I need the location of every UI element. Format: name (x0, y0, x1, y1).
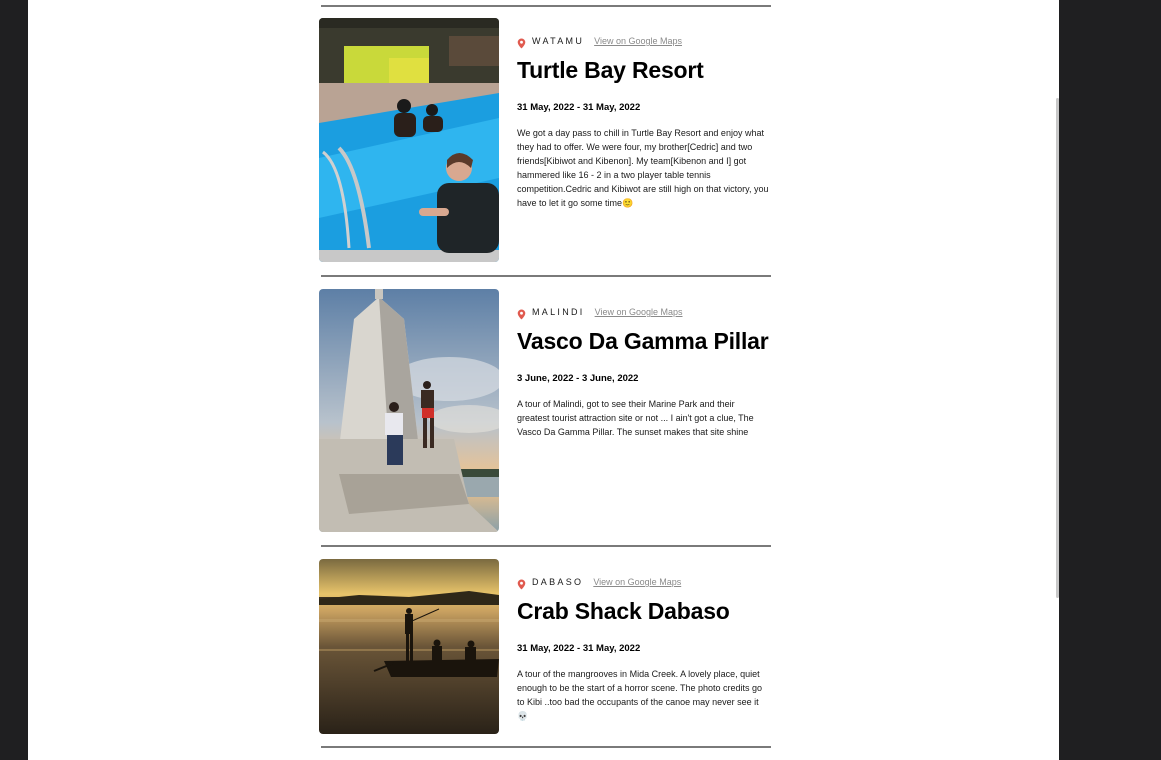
location-row: DABASO View on Google Maps (517, 575, 769, 589)
entry-dates: 31 May, 2022 - 31 May, 2022 (517, 643, 641, 654)
travel-entry: MALINDI View on Google Maps Vasco Da Gam… (319, 289, 779, 532)
entry-title: Crab Shack Dabaso (517, 598, 730, 624)
entry-info: WATAMU View on Google Maps Turtle Bay Re… (517, 34, 769, 210)
entry-description: We got a day pass to chill in Turtle Bay… (517, 128, 769, 208)
entry-title: Vasco Da Gamma Pillar (517, 328, 769, 354)
entry-divider (321, 545, 771, 547)
entry-photo (319, 559, 499, 734)
scrollbar[interactable] (1056, 98, 1059, 598)
map-pin-icon (517, 577, 526, 589)
entry-title: Turtle Bay Resort (517, 57, 704, 83)
google-maps-link[interactable]: View on Google Maps (594, 36, 682, 46)
page-content: WATAMU View on Google Maps Turtle Bay Re… (28, 0, 1059, 760)
map-pin-icon (517, 36, 526, 48)
google-maps-link[interactable]: View on Google Maps (595, 307, 683, 317)
entry-description: A tour of the mangrooves in Mida Creek. … (517, 669, 762, 721)
location-label: DABASO (532, 577, 584, 587)
entry-divider (321, 275, 771, 277)
location-label: WATAMU (532, 36, 585, 46)
entry-dates: 3 June, 2022 - 3 June, 2022 (517, 373, 639, 384)
google-maps-link[interactable]: View on Google Maps (593, 577, 681, 587)
location-label: MALINDI (532, 307, 585, 317)
entry-dates: 31 May, 2022 - 31 May, 2022 (517, 102, 641, 113)
entry-divider (321, 5, 771, 7)
entry-photo (319, 18, 499, 262)
entry-divider (321, 746, 771, 748)
entry-photo (319, 289, 499, 532)
entry-description: A tour of Malindi, got to see their Mari… (517, 399, 754, 437)
location-row: MALINDI View on Google Maps (517, 305, 769, 319)
entry-info: DABASO View on Google Maps Crab Shack Da… (517, 575, 769, 723)
map-pin-icon (517, 307, 526, 319)
travel-entry: WATAMU View on Google Maps Turtle Bay Re… (319, 18, 779, 263)
location-row: WATAMU View on Google Maps (517, 34, 769, 48)
entry-info: MALINDI View on Google Maps Vasco Da Gam… (517, 305, 769, 439)
travel-entry: DABASO View on Google Maps Crab Shack Da… (319, 559, 779, 734)
